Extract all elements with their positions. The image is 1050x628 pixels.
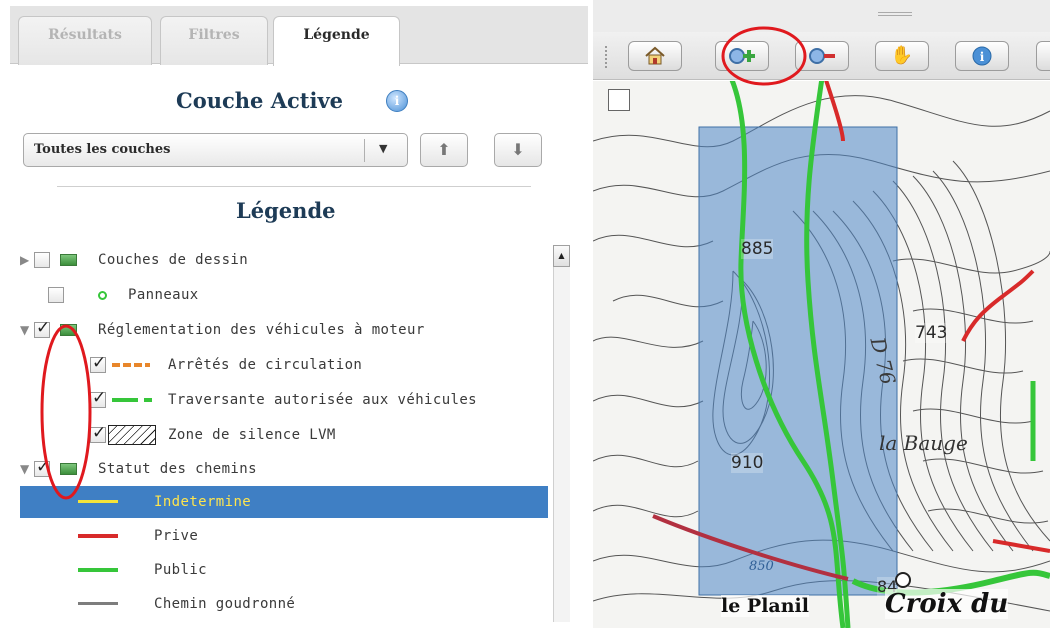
annotation-overlay [721,26,807,86]
annotation-ellipse [721,26,807,86]
